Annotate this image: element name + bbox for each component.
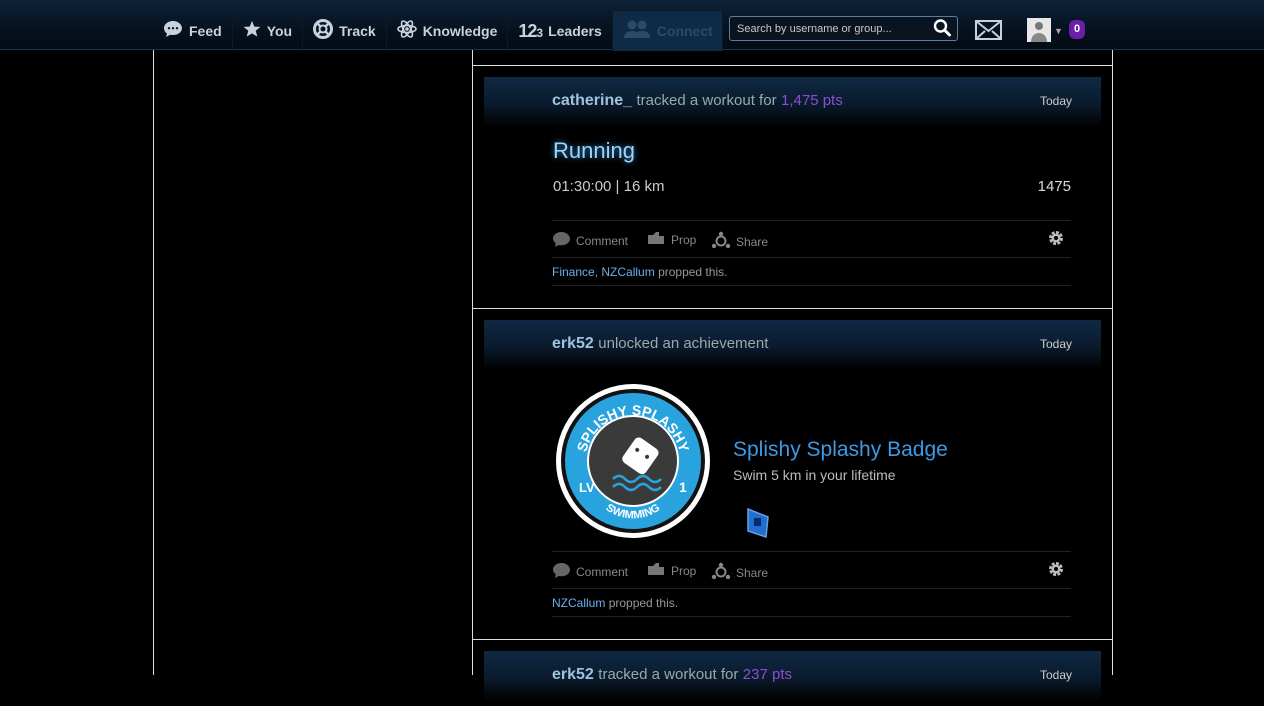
prop-icon: [647, 562, 666, 580]
post-action: unlocked an achievement: [598, 335, 769, 352]
propped-suffix: propped this.: [608, 596, 679, 610]
envelope-icon[interactable]: [975, 20, 1002, 45]
lifebuoy-icon: [313, 18, 334, 44]
post-header: erk52 unlocked an achievement Today: [484, 320, 1101, 370]
propped-user-link[interactable]: NZCallum: [552, 596, 605, 610]
propped-suffix: propped this.: [658, 265, 728, 279]
propped-line: NZCallum propped this.: [552, 596, 678, 610]
post-actions: Comment Prop Share: [552, 220, 1071, 258]
main-nav: Feed You Track Knowledge 123 Leaders Con…: [153, 11, 723, 51]
divider: [472, 308, 1112, 309]
propped-user-link[interactable]: Finance: [552, 265, 595, 279]
123-icon: 123: [518, 20, 543, 41]
share-label: Share: [736, 234, 769, 249]
user-avatar[interactable]: [1027, 18, 1051, 42]
post-username[interactable]: erk52: [552, 335, 594, 352]
share-button[interactable]: Share: [711, 562, 768, 583]
left-column-border: [153, 50, 154, 675]
prop-button[interactable]: Prop: [647, 562, 696, 580]
propped-line: Finance, NZCallum propped this.: [552, 265, 728, 279]
prop-icon: [647, 231, 666, 249]
divider: [552, 616, 1071, 617]
badge-title: Splishy Splashy Badge: [733, 438, 948, 461]
nav-connect-label: Connect: [656, 23, 713, 39]
post-date: Today: [1039, 94, 1072, 108]
nav-leaders-label: Leaders: [548, 23, 602, 39]
comment-label: Comment: [576, 234, 629, 248]
right-column-border: [1112, 50, 1113, 675]
workout-title: Running: [553, 138, 635, 163]
nav-feed[interactable]: Feed: [153, 11, 233, 51]
post-date: Today: [1039, 668, 1072, 682]
propped-user-link[interactable]: NZCallum: [601, 265, 654, 279]
post-header: catherine_ tracked a workout for 1,475 p…: [484, 77, 1101, 127]
badge-level-left: LV: [579, 480, 595, 495]
divider: [552, 285, 1071, 286]
badge-level-right: 1: [679, 479, 687, 495]
mouse-cursor-icon: [746, 507, 770, 544]
nav-you-label: You: [266, 23, 293, 39]
comment-icon: [552, 231, 571, 251]
share-icon: [711, 562, 731, 583]
comment-button[interactable]: Comment: [552, 562, 628, 582]
nav-track[interactable]: Track: [303, 11, 387, 51]
chevron-down-icon[interactable]: ▼: [1054, 26, 1063, 36]
comment-label: Comment: [576, 565, 629, 579]
nav-connect[interactable]: Connect: [612, 11, 723, 51]
divider: [472, 639, 1112, 640]
prop-label: Prop: [671, 564, 697, 578]
nav-track-label: Track: [339, 23, 376, 39]
feed-left-border: [472, 50, 473, 675]
nav-feed-label: Feed: [189, 23, 222, 39]
share-label: Share: [736, 565, 769, 580]
gear-icon[interactable]: [1047, 560, 1065, 583]
nav-you[interactable]: You: [233, 11, 304, 51]
splishy-splashy-badge-image: SPLISHY SPLASHY SWIMMING LV 1: [555, 383, 711, 539]
share-button[interactable]: Share: [711, 231, 768, 252]
post-header: erk52 tracked a workout for 237 pts Toda…: [484, 651, 1101, 701]
top-navigation-bar: Feed You Track Knowledge 123 Leaders Con…: [0, 0, 1264, 51]
people-icon: [623, 19, 651, 44]
comment-icon: [552, 562, 571, 582]
notification-badge[interactable]: 0: [1069, 20, 1085, 39]
prop-button[interactable]: Prop: [647, 231, 696, 249]
post-actions: Comment Prop Share: [552, 551, 1071, 589]
atom-icon: [396, 19, 417, 44]
badge-description: Swim 5 km in your lifetime: [733, 467, 896, 483]
divider: [472, 65, 1112, 66]
search-box: [729, 16, 958, 41]
post-date: Today: [1039, 337, 1072, 351]
search-icon[interactable]: [933, 18, 951, 43]
post-action: tracked a workout for: [636, 92, 777, 109]
workout-score: 1475: [1037, 178, 1071, 195]
share-icon: [711, 231, 731, 252]
post-points: 1,475 pts: [781, 92, 843, 109]
workout-detail: 01:30:00 | 16 km: [553, 178, 665, 195]
gear-icon[interactable]: [1047, 229, 1065, 252]
search-input[interactable]: [730, 17, 925, 40]
speech-bubble-icon: [163, 20, 183, 43]
nav-leaders[interactable]: 123 Leaders: [508, 11, 613, 51]
nav-knowledge-label: Knowledge: [422, 23, 498, 39]
nav-knowledge[interactable]: Knowledge: [387, 11, 509, 51]
star-icon: [243, 20, 261, 43]
comment-button[interactable]: Comment: [552, 231, 628, 251]
post-username[interactable]: catherine_: [552, 92, 632, 109]
prop-label: Prop: [671, 233, 697, 247]
